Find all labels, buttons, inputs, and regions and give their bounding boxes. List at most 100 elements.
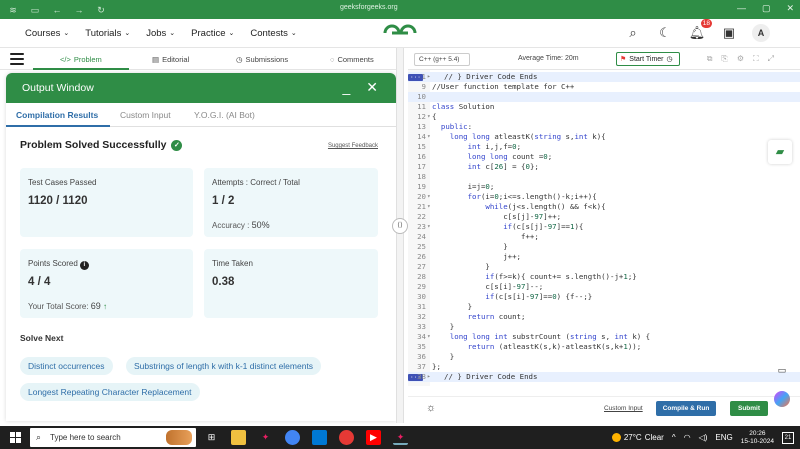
expand-icon[interactable]: ⤢ [768, 54, 774, 64]
tab-problem[interactable]: </> Problem [60, 55, 102, 64]
wifi-icon[interactable]: ◠ [684, 433, 691, 442]
code-line[interactable]: 24 f++; [408, 232, 800, 242]
book-icon[interactable]: ▭ [775, 363, 789, 377]
code-editor[interactable]: 1 ▸ ···// } Driver Code Ends 9 //User functi… [408, 70, 800, 386]
windows-start-icon[interactable] [10, 432, 21, 443]
close-window-icon[interactable]: ✕ [786, 3, 794, 14]
compile-run-button[interactable]: Compile & Run [656, 401, 716, 416]
settings-icon[interactable]: ⚙ [737, 54, 744, 64]
app-w-icon[interactable] [339, 430, 354, 445]
fold-arrow-icon[interactable]: ▾ [427, 202, 431, 212]
tab-compilation-results[interactable]: Compilation Results [16, 110, 98, 120]
code-line[interactable]: 19 i=j=0; [408, 182, 800, 192]
assistant-icon[interactable] [774, 391, 790, 407]
browser-menu-icon[interactable]: ≋ [8, 5, 18, 15]
minimize-panel-icon[interactable]: _ [342, 80, 350, 94]
suggest-feedback-link[interactable]: Suggest Feedback [328, 143, 378, 149]
vscode-icon[interactable] [312, 430, 327, 445]
nav-jobs[interactable]: Jobs ⌄ [146, 28, 175, 39]
tab-submissions[interactable]: ◷ Submissions [236, 55, 288, 64]
translate-icon[interactable]: ▣ [720, 24, 738, 42]
hamburger-menu-icon[interactable] [10, 52, 24, 65]
fold-arrow-icon[interactable]: ▾ [427, 222, 431, 232]
code-line[interactable]: 11 class Solution [408, 102, 800, 112]
fold-arrow-icon[interactable]: ▾ [427, 332, 431, 342]
fold-arrow-icon[interactable]: ▾ [427, 112, 431, 122]
solve-next-chip[interactable]: Substrings of length k with k-1 distinct… [126, 357, 322, 375]
search-icon[interactable]: ⌕ [624, 24, 642, 42]
code-line[interactable]: 14 ▾ long long atleastK(string s,int k){ [408, 132, 800, 142]
tab-actions-icon[interactable]: ▭ [30, 5, 40, 15]
copy-icon[interactable]: ⧉ [707, 54, 713, 64]
code-line[interactable]: 13 public: [408, 122, 800, 132]
file-explorer-icon[interactable] [231, 430, 246, 445]
solve-next-chip[interactable]: Longest Repeating Character Replacement [20, 383, 200, 401]
code-line[interactable]: 1 ▸ ···// } Driver Code Ends [408, 72, 800, 82]
code-line[interactable]: 25 } [408, 242, 800, 252]
code-line[interactable]: 15 int i,j,f=0; [408, 142, 800, 152]
code-line[interactable]: 33 } [408, 322, 800, 332]
custom-input-link[interactable]: Custom Input [604, 405, 643, 412]
code-line[interactable]: 12 ▾{ [408, 112, 800, 122]
code-line[interactable]: 36 } [408, 352, 800, 362]
close-panel-icon[interactable]: ✕ [366, 80, 378, 94]
code-line[interactable]: 34 ▾ long long int substrCount (string s,… [408, 332, 800, 342]
start-timer-button[interactable]: ⚑ Start Timer ◷ [616, 52, 680, 66]
info-icon[interactable]: i [79, 261, 89, 270]
code-line[interactable]: 21 ▾ while(j<s.length() && f<k){ [408, 202, 800, 212]
lightbulb-icon[interactable]: ☼ [426, 402, 436, 414]
address-bar[interactable]: geeksforgeeks.org [340, 4, 398, 11]
clock[interactable]: 20:26 15-10-2024 [741, 430, 774, 446]
taskbar-search-input[interactable]: ⌕ Type here to search [30, 428, 196, 447]
forward-icon[interactable]: → [74, 5, 84, 15]
dark-mode-icon[interactable]: ☾ [656, 24, 674, 42]
code-line[interactable]: 10 [408, 92, 800, 102]
resize-handle-icon[interactable]: ⟨⟩ [392, 218, 408, 234]
code-line[interactable]: 31 } [408, 302, 800, 312]
weather-widget[interactable]: 27°C Clear [611, 433, 664, 442]
code-line[interactable]: 27 } [408, 262, 800, 272]
chat-icon[interactable]: ▰ [768, 140, 792, 164]
fold-arrow-icon[interactable]: ▸ [427, 372, 431, 382]
youtube-icon[interactable]: ▶ [366, 430, 381, 445]
bell-icon[interactable]: 🔔︎ 18 [688, 19, 712, 42]
nav-tutorials[interactable]: Tutorials ⌄ [85, 28, 130, 39]
minimize-icon[interactable]: — [737, 3, 746, 14]
code-line[interactable]: 26 j++; [408, 252, 800, 262]
language-indicator[interactable]: ENG [715, 433, 732, 442]
fold-arrow-icon[interactable]: ▾ [427, 132, 431, 142]
nav-practice[interactable]: Practice ⌄ [191, 28, 234, 39]
code-line[interactable]: 29 c[s[i]-97]--; [408, 282, 800, 292]
code-line[interactable]: 38 ▸ ···// } Driver Code Ends [408, 372, 800, 382]
tab-comments[interactable]: ◌ Comments [330, 55, 374, 64]
gfg-logo[interactable] [382, 23, 418, 43]
fold-arrow-icon[interactable]: ▾ [427, 192, 431, 202]
code-line[interactable]: 30 if(c[s[i]-97]==0) {f--;} [408, 292, 800, 302]
code-line[interactable]: 23 ▾ if(c[s[j]-97]==1){ [408, 222, 800, 232]
fold-arrow-icon[interactable]: ▸ [427, 72, 431, 82]
code-line[interactable]: 18 [408, 172, 800, 182]
code-line[interactable]: 37}; [408, 362, 800, 372]
chrome-icon[interactable] [285, 430, 300, 445]
volume-icon[interactable]: ◁) [699, 433, 708, 442]
nav-contests[interactable]: Contests ⌄ [250, 28, 296, 39]
solve-next-chip[interactable]: Distinct occurrences [20, 357, 113, 375]
code-line[interactable]: 17 int c[26] = {0}; [408, 162, 800, 172]
nav-courses[interactable]: Courses ⌄ [25, 28, 69, 39]
code-line[interactable]: 20 ▾ for(i=0;i<=s.length()-k;i++){ [408, 192, 800, 202]
task-view-icon[interactable]: ⊞ [204, 430, 219, 445]
tab-yogi-ai-bot[interactable]: Y.O.G.I. (AI Bot) [194, 110, 255, 120]
notification-center-icon[interactable]: 21 [782, 431, 794, 444]
avatar[interactable]: A [752, 24, 770, 42]
code-line[interactable]: 9 //User function template for C++ [408, 82, 800, 92]
code-line[interactable]: 35 return (atleastK(s,k)-atleastK(s,k+1)… [408, 342, 800, 352]
reload-icon[interactable]: ↻ [96, 5, 106, 15]
chevron-up-icon[interactable]: ^ [672, 433, 676, 442]
pane-divider[interactable] [396, 48, 404, 423]
code-line[interactable]: 16 long long count =0; [408, 152, 800, 162]
code-line[interactable]: 22 c[s[j]-97]++; [408, 212, 800, 222]
active-app-icon[interactable]: ✦ [393, 430, 408, 445]
submit-button[interactable]: Submit [730, 401, 768, 416]
language-select[interactable]: C++ (g++ 5.4) [414, 53, 470, 66]
tab-editorial[interactable]: ▤ Editorial [152, 55, 189, 64]
